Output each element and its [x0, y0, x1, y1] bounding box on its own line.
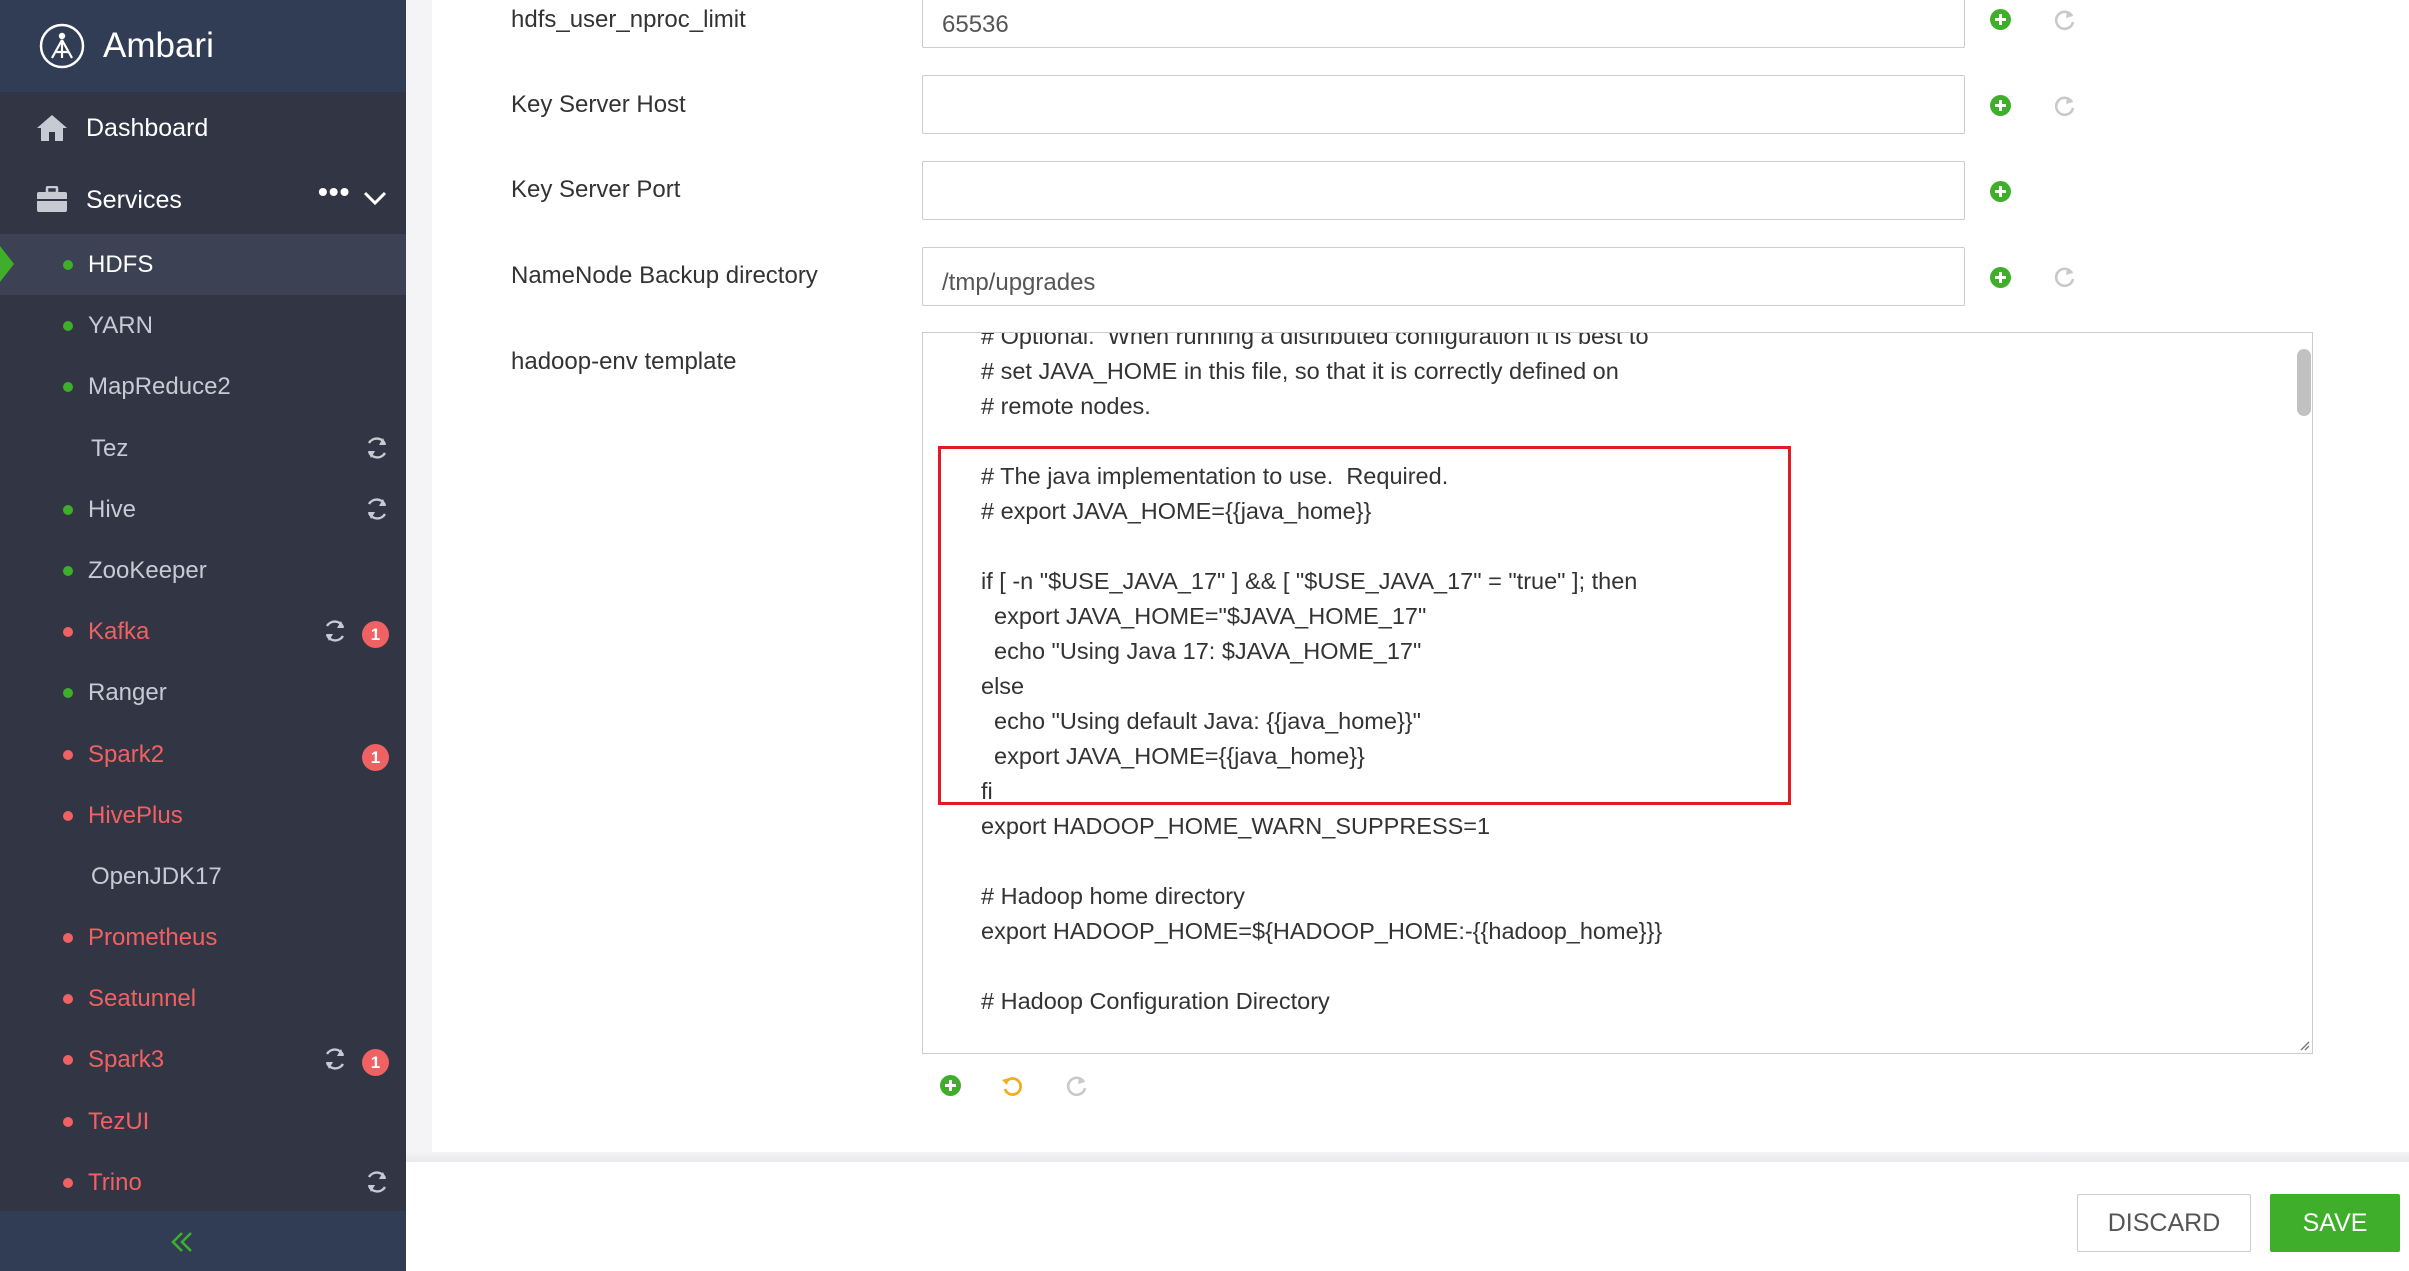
sidebar-item-label: Spark3 — [88, 1046, 165, 1074]
services-more-icon[interactable]: ••• — [318, 176, 350, 208]
sidebar-item-label: Ranger — [88, 679, 167, 707]
undo-icon[interactable] — [1000, 1074, 1024, 1098]
status-dot-icon — [63, 321, 73, 332]
refresh-required-icon[interactable] — [322, 618, 348, 644]
panel-bottom-shadow — [406, 1152, 2409, 1162]
add-override-icon[interactable] — [1990, 9, 2011, 30]
refresh-required-icon[interactable] — [364, 1169, 390, 1195]
sidebar-item-label: Spark2 — [88, 740, 165, 768]
sidebar-item-ranger[interactable]: Ranger — [0, 662, 406, 723]
resize-handle-icon[interactable] — [2298, 1039, 2310, 1051]
key-server-port-label: Key Server Port — [511, 176, 681, 203]
namenode-backup-label: NameNode Backup directory — [511, 262, 818, 289]
refresh-icon[interactable] — [2053, 265, 2077, 289]
sidebar-collapse-bar[interactable] — [0, 1211, 406, 1271]
sidebar-item-label: Hive — [88, 495, 137, 523]
status-dot-icon — [63, 1055, 73, 1066]
home-icon — [37, 115, 67, 141]
add-override-icon[interactable] — [1990, 181, 2011, 202]
sidebar-item-hive[interactable]: Hive — [0, 479, 406, 540]
refresh-icon[interactable] — [2053, 8, 2077, 32]
status-dot-icon — [63, 749, 73, 760]
refresh-required-icon[interactable] — [322, 1046, 348, 1072]
status-dot-icon — [63, 260, 73, 270]
key-server-port-input[interactable] — [922, 161, 1965, 220]
sidebar-item-tez[interactable]: Tez — [0, 418, 406, 479]
sidebar-item-label: MapReduce2 — [88, 373, 231, 401]
content-gutter — [406, 0, 432, 1160]
alert-badge[interactable]: 1 — [362, 743, 389, 771]
sidebar-item-mapreduce2[interactable]: MapReduce2 — [0, 356, 406, 417]
sidebar-item-openjdk17[interactable]: OpenJDK17 — [0, 846, 406, 907]
status-dot-icon — [63, 933, 73, 944]
ambari-logo-icon[interactable] — [38, 22, 86, 70]
status-dot-icon — [63, 1177, 73, 1188]
sidebar-item-tezui[interactable]: TezUI — [0, 1091, 406, 1152]
sidebar-item-spark2[interactable]: Spark2 1 — [0, 724, 406, 785]
brand-name[interactable]: Ambari — [103, 26, 214, 66]
sidebar-item-label: Trino — [88, 1168, 142, 1196]
add-override-icon[interactable] — [940, 1075, 961, 1096]
status-dot-icon — [63, 994, 73, 1005]
sidebar-item-label: Seatunnel — [88, 985, 197, 1013]
hadoop-env-textarea[interactable]: # Optional. When running a distributed c… — [922, 332, 2313, 1054]
add-override-icon[interactable] — [1990, 95, 2011, 116]
sidebar-item-prometheus[interactable]: Prometheus — [0, 907, 406, 968]
sidebar-item-label: HivePlus — [88, 801, 183, 829]
sidebar-item-spark3[interactable]: Spark3 1 — [0, 1029, 406, 1090]
textarea-scrollbar[interactable] — [2297, 349, 2311, 416]
sidebar-item-label: ZooKeeper — [88, 556, 207, 584]
alert-badge[interactable]: 1 — [362, 621, 389, 649]
sidebar-item-label: YARN — [88, 312, 153, 340]
sidebar-item-label: Kafka — [88, 618, 150, 646]
sidebar-item-label: OpenJDK17 — [91, 862, 222, 890]
alert-badge[interactable]: 1 — [362, 1049, 389, 1077]
add-override-icon[interactable] — [1990, 267, 2011, 288]
chevron-down-icon[interactable] — [363, 190, 387, 206]
nav-services[interactable]: Services ••• — [0, 176, 406, 224]
nproc-input[interactable] — [922, 0, 1965, 48]
service-list: HDFS YARN MapReduce2 Tez Hive ZooKeeper Kafka 1… — [0, 234, 406, 1213]
briefcase-icon — [37, 186, 67, 212]
sidebar-item-kafka[interactable]: Kafka 1 — [0, 601, 406, 662]
status-dot-icon — [63, 688, 73, 699]
status-dot-icon — [63, 810, 73, 821]
sidebar: Ambari Dashboard Services ••• HDFS YARN Ma… — [0, 0, 406, 1271]
double-chevron-left-icon[interactable] — [170, 1231, 194, 1253]
key-server-host-label: Key Server Host — [511, 91, 686, 118]
sidebar-item-trino[interactable]: Trino — [0, 1152, 406, 1213]
brand-header: Ambari — [0, 0, 406, 92]
sidebar-item-label: Tez — [91, 434, 129, 462]
status-dot-icon — [63, 627, 73, 638]
sidebar-item-zookeeper[interactable]: ZooKeeper — [0, 540, 406, 601]
discard-button[interactable]: DISCARD — [2077, 1194, 2251, 1252]
status-dot-icon — [63, 382, 73, 393]
refresh-required-icon[interactable] — [364, 496, 390, 522]
refresh-required-icon[interactable] — [364, 435, 390, 461]
sidebar-item-hiveplus[interactable]: HivePlus — [0, 785, 406, 846]
sidebar-item-label: HDFS — [88, 251, 154, 278]
nproc-label: hdfs_user_nproc_limit — [511, 6, 746, 33]
refresh-icon[interactable] — [1065, 1074, 1089, 1098]
nav-services-label: Services — [86, 186, 182, 214]
sidebar-item-seatunnel[interactable]: Seatunnel — [0, 968, 406, 1029]
sidebar-item-label: Prometheus — [88, 924, 218, 952]
refresh-icon[interactable] — [2053, 94, 2077, 118]
hadoop-env-content[interactable]: # Optional. When running a distributed c… — [981, 333, 2282, 1053]
nav-dashboard-label: Dashboard — [86, 114, 209, 142]
nav-dashboard[interactable]: Dashboard — [0, 104, 406, 152]
status-dot-icon — [63, 1116, 73, 1127]
status-dot-icon — [63, 504, 73, 515]
hadoop-env-label: hadoop-env template — [511, 348, 737, 375]
sidebar-item-label: TezUI — [88, 1107, 150, 1135]
key-server-host-input[interactable] — [922, 75, 1965, 134]
namenode-backup-input[interactable] — [922, 247, 1965, 306]
status-dot-icon — [63, 565, 73, 576]
sidebar-item-yarn[interactable]: YARN — [0, 295, 406, 356]
save-button[interactable]: SAVE — [2270, 1194, 2400, 1252]
sidebar-item-hdfs[interactable]: HDFS — [0, 234, 406, 296]
